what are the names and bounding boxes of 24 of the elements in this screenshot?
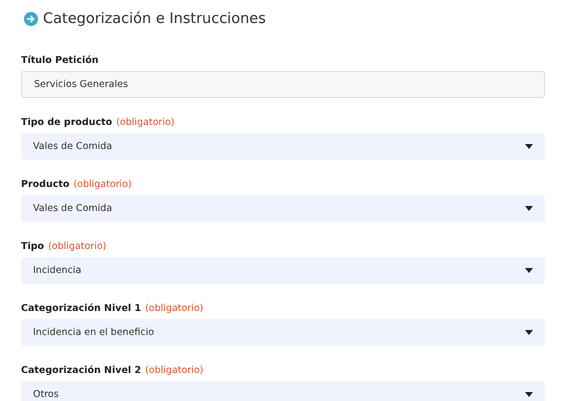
caret-icon xyxy=(525,330,533,335)
dropdown[interactable]: Incidencia xyxy=(21,257,545,284)
field-label: Categorización Nivel 1 xyxy=(21,302,142,314)
caret-icon xyxy=(525,206,533,211)
field-label: Producto xyxy=(21,178,70,190)
caret-icon xyxy=(525,144,533,149)
dropdown[interactable]: Otros xyxy=(21,381,545,401)
section-title: Categorización e Instrucciones xyxy=(43,11,266,27)
arrow-circle-icon xyxy=(24,12,38,26)
caret-icon xyxy=(525,392,533,397)
input-field[interactable]: Servicios Generales xyxy=(21,71,545,98)
dropdown[interactable]: Incidencia en el beneficio xyxy=(21,319,545,346)
dropdown[interactable]: Vales de Comida xyxy=(21,195,545,222)
required-note: (obligatorio) xyxy=(145,302,204,314)
field-label: Tipo de producto xyxy=(21,116,112,128)
caret-icon xyxy=(525,268,533,273)
required-note: (obligatorio) xyxy=(48,240,106,252)
field-label: Categorización Nivel 2 xyxy=(21,364,142,376)
required-note: (obligatorio) xyxy=(73,178,132,190)
field-label: Título Petición xyxy=(21,54,99,66)
field-label: Tipo xyxy=(21,240,44,252)
required-note: (obligatorio) xyxy=(145,364,204,376)
required-note: (obligatorio) xyxy=(116,116,174,128)
dropdown[interactable]: Vales de Comida xyxy=(21,133,545,160)
